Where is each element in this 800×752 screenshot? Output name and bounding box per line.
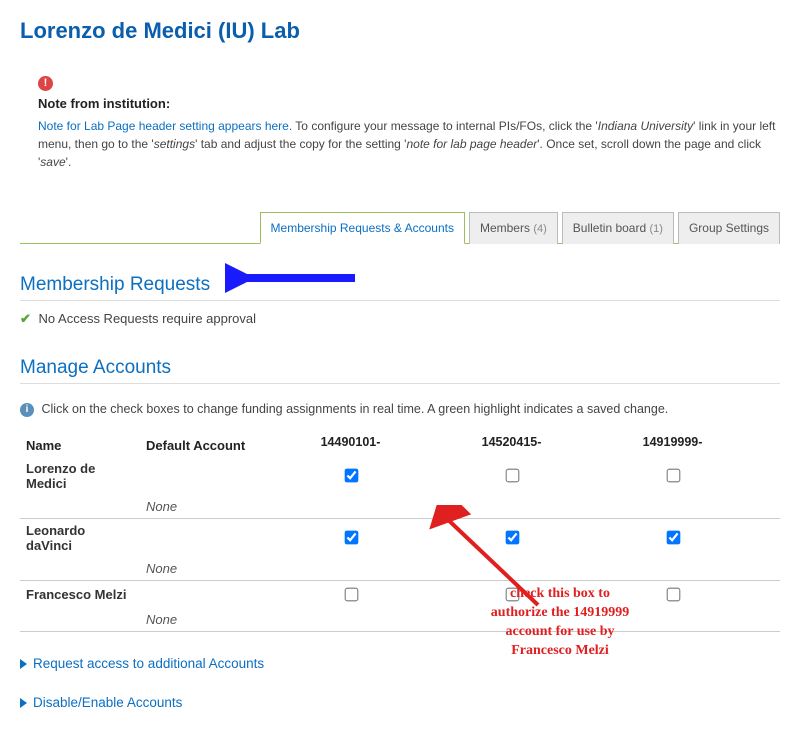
default-account-value: None — [140, 608, 270, 632]
request-additional-accounts-link[interactable]: Request access to additional Accounts — [20, 656, 780, 671]
page-title: Lorenzo de Medici (IU) Lab — [20, 18, 780, 44]
row-name: Francesco Melzi — [20, 580, 140, 608]
table-row-default: None — [20, 557, 780, 581]
accounts-table: Name Default Account 14490101- 14520415-… — [20, 431, 780, 632]
note-header-setting-link[interactable]: Note for Lab Page header setting appears… — [38, 119, 292, 133]
account-checkbox[interactable] — [666, 587, 680, 601]
col-account-2: 14919999- — [592, 431, 753, 457]
col-name: Name — [20, 431, 140, 457]
tab-bulletin-board[interactable]: Bulletin board (1) — [562, 212, 674, 244]
tab-group-settings[interactable]: Group Settings — [678, 212, 780, 244]
note-from-institution-body: Note for Lab Page header setting appears… — [38, 117, 780, 171]
chevron-right-icon — [20, 698, 27, 708]
table-row: Leonardo daVinci — [20, 518, 780, 557]
default-account-value: None — [140, 557, 270, 581]
info-icon: i — [20, 403, 34, 417]
default-account-value: None — [140, 495, 270, 519]
table-row: Lorenzo de Medici — [20, 457, 780, 495]
tab-membership-requests[interactable]: Membership Requests & Accounts — [260, 212, 465, 244]
row-name: Lorenzo de Medici — [20, 457, 140, 495]
disable-enable-accounts-link[interactable]: Disable/Enable Accounts — [20, 695, 780, 710]
account-checkbox[interactable] — [505, 469, 519, 483]
col-account-0: 14490101- — [270, 431, 431, 457]
account-checkbox[interactable] — [505, 531, 519, 545]
col-account-1: 14520415- — [431, 431, 592, 457]
account-checkbox[interactable] — [344, 531, 358, 545]
col-default-account: Default Account — [140, 431, 270, 457]
manage-accounts-info: i Click on the check boxes to change fun… — [20, 402, 780, 417]
account-checkbox[interactable] — [344, 587, 358, 601]
account-checkbox[interactable] — [666, 469, 680, 483]
chevron-right-icon — [20, 659, 27, 669]
red-callout-text: check this box to authorize the 14919999… — [480, 585, 640, 661]
alert-icon: ! — [38, 76, 53, 91]
note-from-institution-label: Note from institution: — [38, 96, 780, 111]
account-checkbox[interactable] — [666, 531, 680, 545]
no-requests-status: ✔ No Access Requests require approval — [20, 311, 780, 327]
table-row-default: None — [20, 608, 780, 632]
check-icon: ✔ — [20, 311, 31, 326]
table-row-default: None — [20, 495, 780, 519]
account-checkbox[interactable] — [344, 469, 358, 483]
membership-requests-heading: Membership Requests — [20, 274, 780, 301]
row-name: Leonardo daVinci — [20, 518, 140, 557]
table-row: Francesco Melzi — [20, 580, 780, 608]
tab-bar: Membership Requests & Accounts Members (… — [20, 211, 780, 244]
tab-members[interactable]: Members (4) — [469, 212, 558, 244]
manage-accounts-heading: Manage Accounts — [20, 357, 780, 384]
